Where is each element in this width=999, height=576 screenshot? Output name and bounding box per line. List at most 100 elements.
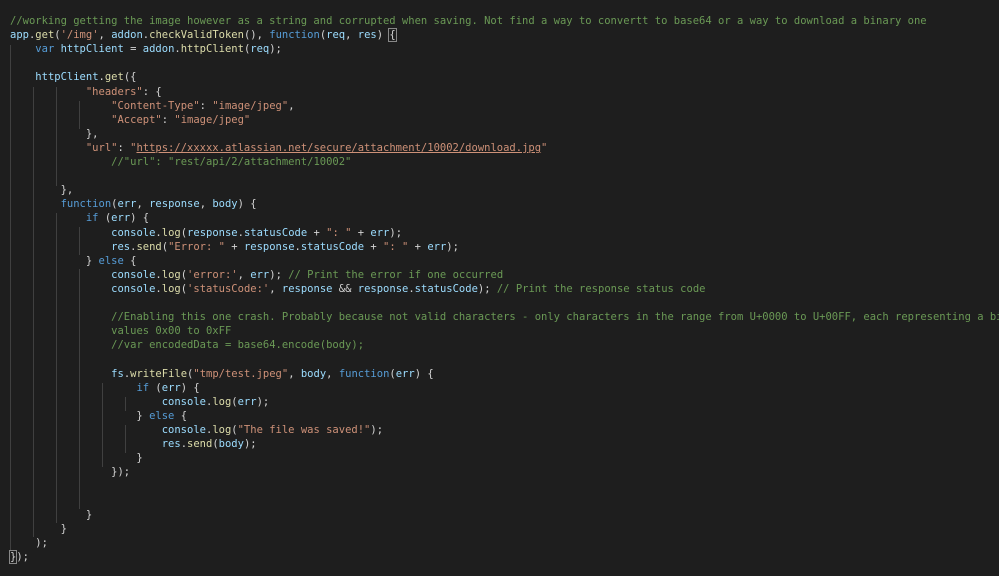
code-token-punct: : (199, 99, 213, 112)
code-token-var: err (250, 268, 270, 281)
code-token-punct: , (345, 29, 358, 42)
code-token-string: "Content-Type" (111, 99, 200, 112)
code-token-punct: ({ (123, 71, 137, 84)
code-line[interactable]: res.send(body); (10, 437, 257, 451)
code-token-punct: } (10, 452, 143, 465)
code-token-var: body (300, 367, 327, 380)
code-token-punct (10, 368, 111, 380)
code-token-var: statusCode (414, 282, 478, 295)
code-line[interactable]: ); (10, 536, 48, 550)
code-line[interactable]: "Content-Type": "image/jpeg", (10, 99, 294, 113)
code-token-var: httpClient (35, 71, 99, 84)
code-token-string: ": " (383, 240, 409, 253)
code-token-func: send (136, 240, 162, 253)
code-token-keyword: else (98, 254, 124, 267)
code-token-punct: + (408, 240, 428, 253)
code-line[interactable]: var httpClient = addon.httpClient(req); (10, 42, 282, 56)
code-token-punct: + (224, 240, 244, 253)
code-token-comment: // Print the error if one occurred (288, 268, 504, 281)
code-line[interactable]: //working getting the image however as a… (10, 14, 927, 28)
code-token-keyword: if (85, 212, 99, 225)
code-line[interactable]: } (10, 522, 67, 536)
code-token-punct: { (123, 254, 137, 267)
code-token-var: fs (111, 367, 124, 380)
code-token-punct: + (307, 226, 327, 239)
code-line[interactable]: res.send("Error: " + response.statusCode… (10, 240, 459, 254)
code-line[interactable]: } else { (10, 409, 187, 423)
code-token-func: log (212, 423, 232, 436)
code-token-punct: ); (269, 268, 289, 281)
code-token-var: res (111, 240, 131, 253)
code-token-punct (10, 114, 111, 126)
code-token-punct: , (98, 29, 112, 42)
code-token-var: err (427, 240, 447, 253)
code-line[interactable]: } else { (10, 254, 137, 268)
code-token-punct: ); (16, 550, 29, 563)
code-editor[interactable]: //working getting the image however as a… (0, 0, 999, 576)
code-token-punct: ) { (180, 381, 200, 394)
code-token-keyword: function (60, 198, 112, 211)
code-token-punct: } (10, 409, 150, 422)
code-line[interactable]: }, (10, 183, 74, 197)
code-token-punct: : (117, 141, 131, 154)
code-line[interactable]: //"url": "rest/api/2/attachment/10002" (10, 155, 351, 169)
code-line[interactable]: app.get('/img', addon.checkValidToken(),… (10, 28, 397, 43)
code-token-punct (10, 198, 61, 210)
code-token-var: statusCode (300, 240, 365, 253)
code-line[interactable]: console.log('statusCode:', response && r… (10, 282, 705, 296)
code-line[interactable]: //Enabling this one crash. Probably beca… (10, 310, 999, 324)
code-line[interactable]: console.log(err); (10, 395, 270, 409)
code-token-string: "image/jpeg" (174, 113, 251, 126)
code-token-punct: ) { (414, 367, 434, 380)
code-token-string: "Accept" (111, 113, 162, 126)
code-line[interactable]: //var encodedData = base64.encode(body); (10, 338, 364, 352)
code-token-punct: , (199, 198, 213, 211)
code-line[interactable]: }); (10, 465, 130, 479)
code-line[interactable]: function(err, response, body) { (10, 197, 257, 211)
code-token-var: req (326, 29, 346, 42)
code-token-punct: , (237, 268, 251, 281)
code-token-string: 'statusCode:' (187, 282, 270, 295)
code-token-var: response (149, 198, 200, 211)
code-line[interactable]: console.log('error:', err); // Print the… (10, 268, 503, 282)
code-token-punct (10, 212, 86, 224)
code-token-punct: }); (10, 466, 131, 479)
code-token-var: body (218, 438, 244, 450)
code-line[interactable]: if (err) { (10, 381, 200, 395)
code-line[interactable]: } (10, 508, 92, 522)
code-token-punct (10, 339, 111, 351)
code-token-comment: values 0x00 to 0xFF (111, 325, 232, 338)
code-line[interactable]: }, (10, 127, 99, 141)
code-token-func: log (161, 226, 181, 239)
code-token-var: response (187, 226, 238, 239)
code-line[interactable]: "url": "https://xxxxx.atlassian.net/secu… (10, 141, 548, 155)
code-token-keyword: function (338, 367, 390, 380)
code-line[interactable]: } (10, 451, 143, 465)
code-line[interactable]: fs.writeFile("tmp/test.jpeg", body, func… (10, 367, 434, 381)
code-line[interactable]: "headers": { (10, 85, 162, 99)
code-line[interactable]: if (err) { (10, 211, 149, 225)
code-line[interactable]: console.log("The file was saved!"); (10, 423, 383, 437)
code-token-var: res (161, 438, 181, 450)
code-token-punct: ) (376, 29, 390, 42)
code-line[interactable]: console.log(response.statusCode + ": " +… (10, 226, 402, 240)
code-token-punct: (), (243, 29, 270, 42)
code-token-punct: }, (10, 127, 99, 140)
code-token-punct: : (161, 113, 175, 126)
code-token-var: httpClient (60, 43, 124, 56)
code-token-punct: ( (98, 212, 112, 225)
code-token-link[interactable]: https://xxxxx.atlassian.net/secure/attac… (136, 142, 541, 154)
code-token-punct (10, 156, 111, 168)
code-token-punct: , (288, 367, 301, 380)
code-token-punct (10, 325, 111, 337)
code-line[interactable]: }); (8, 549, 29, 564)
code-token-keyword: var (35, 43, 55, 56)
code-token-punct (10, 438, 162, 450)
code-token-comment: //working getting the image however as a… (10, 15, 927, 27)
code-token-var: response (243, 240, 295, 253)
code-line[interactable]: "Accept": "image/jpeg" (10, 113, 250, 127)
code-token-punct (10, 142, 86, 154)
code-token-punct: }, (10, 184, 74, 197)
code-line[interactable]: values 0x00 to 0xFF (10, 324, 231, 338)
code-line[interactable]: httpClient.get({ (10, 70, 136, 84)
